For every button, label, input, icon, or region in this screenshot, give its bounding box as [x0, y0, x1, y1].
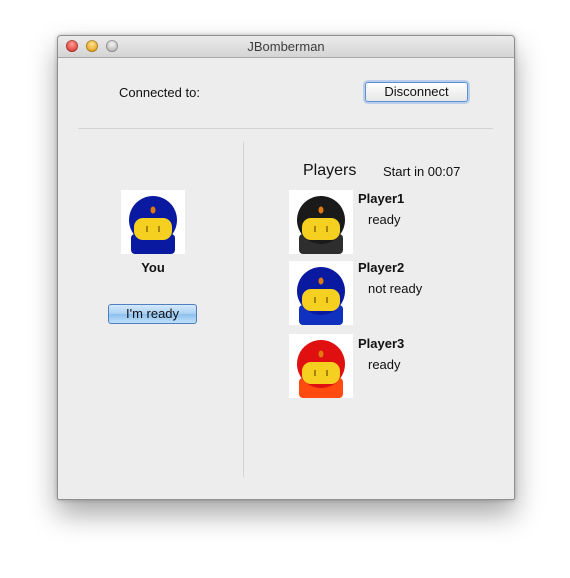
bomberman-blue-icon	[297, 267, 345, 325]
jbomberman-window: JBomberman Connected to: Disconnect You …	[57, 35, 515, 500]
player-status: not ready	[368, 281, 423, 296]
player-avatar	[289, 334, 353, 398]
title-bar: JBomberman	[58, 36, 514, 58]
window-title: JBomberman	[247, 39, 325, 54]
bomberman-red-icon	[297, 340, 345, 398]
you-label: You	[141, 260, 165, 275]
start-countdown: Start in 00:07	[383, 164, 461, 179]
player-avatar	[289, 261, 353, 325]
player-name: Player3	[358, 336, 405, 351]
player-avatar	[289, 190, 353, 254]
you-avatar	[121, 190, 185, 254]
player-status: ready	[368, 357, 401, 372]
horizontal-divider	[78, 128, 493, 129]
im-ready-button[interactable]: I'm ready	[108, 304, 197, 324]
bomberman-black-icon	[297, 196, 345, 254]
player-status: ready	[368, 212, 401, 227]
player-name: Player1	[358, 191, 405, 206]
vertical-divider	[243, 142, 244, 477]
connected-to-label: Connected to:	[119, 85, 200, 100]
players-heading: Players	[303, 162, 357, 179]
player-name: Player2	[358, 260, 405, 275]
bomberman-blue-icon	[129, 196, 177, 254]
disconnect-button[interactable]: Disconnect	[365, 82, 468, 102]
